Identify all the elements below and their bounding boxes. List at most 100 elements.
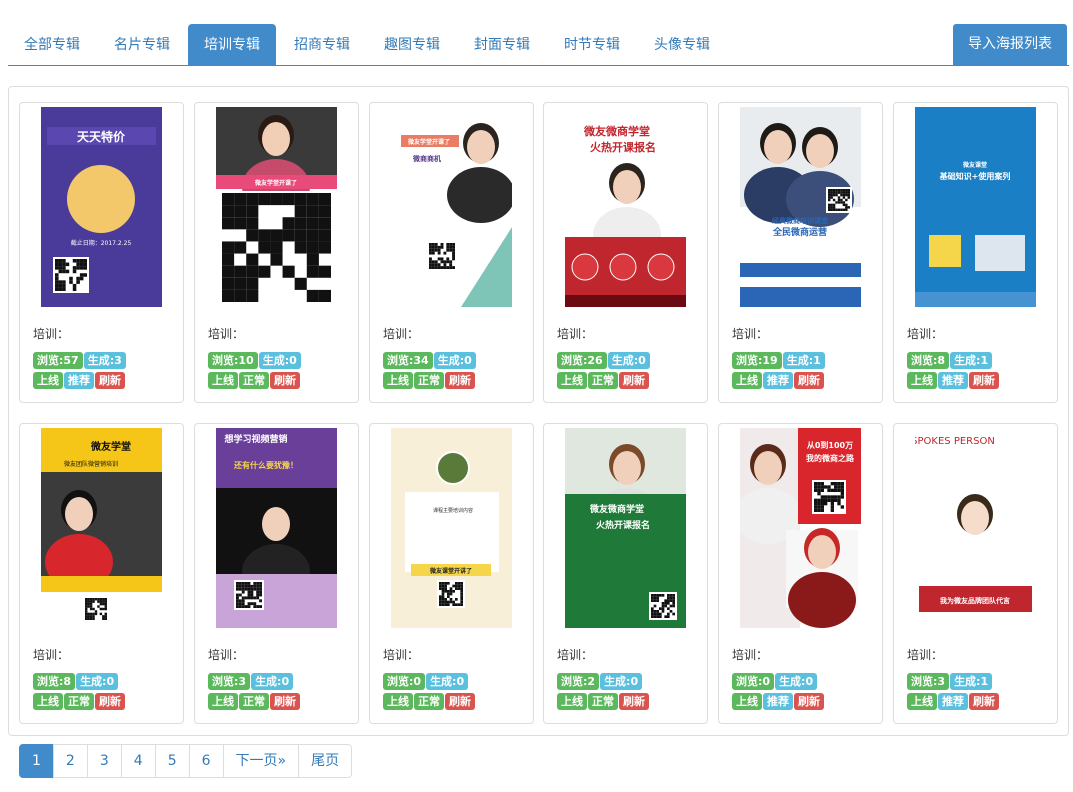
poster-thumbnail[interactable]: 从0到100万 我的微商之路 (740, 428, 861, 628)
online-button[interactable]: 上线 (907, 693, 937, 710)
page-4[interactable]: 4 (120, 744, 156, 778)
import-poster-list-button[interactable]: 导入海报列表 (953, 24, 1067, 65)
refresh-button[interactable]: 刷新 (969, 693, 999, 710)
online-button[interactable]: 上线 (383, 372, 413, 389)
tab-festival[interactable]: 时节专辑 (548, 24, 636, 66)
refresh-button[interactable]: 刷新 (95, 693, 125, 710)
last-page-button[interactable]: 尾页 (298, 744, 353, 778)
poster-card[interactable]: 从0到100万 我的微商之路 培训： 浏览:0 生成:0 上线 推荐 刷新 (718, 423, 883, 724)
online-button[interactable]: 上线 (557, 372, 587, 389)
page-2[interactable]: 2 (52, 744, 88, 778)
refresh-button[interactable]: 刷新 (270, 693, 300, 710)
online-button[interactable]: 上线 (33, 693, 63, 710)
poster-heading: 从0到100万 (807, 440, 853, 450)
qr-code-icon (437, 580, 465, 608)
status-button[interactable]: 推荐 (763, 693, 793, 710)
online-button[interactable]: 上线 (907, 372, 937, 389)
refresh-button[interactable]: 刷新 (794, 372, 824, 389)
status-button[interactable]: 正常 (414, 693, 444, 710)
poster-card[interactable]: 微友学堂开课了 培训： 浏览:10 生成:0 上线 正常 刷新 (194, 102, 359, 403)
generated-badge: 生成:0 (607, 352, 650, 369)
poster-thumbnail[interactable]: 经典微商培训课堂 全民微商运营 (740, 107, 861, 307)
poster-heading: SPOKES PERSON (915, 436, 995, 447)
refresh-button[interactable]: 刷新 (619, 372, 649, 389)
card-title: 培训： (557, 648, 594, 662)
generated-badge: 生成:0 (433, 352, 476, 369)
online-button[interactable]: 上线 (33, 372, 63, 389)
tab-avatar[interactable]: 头像专辑 (638, 24, 726, 66)
online-button[interactable]: 上线 (557, 693, 587, 710)
poster-card[interactable]: 微友课堂 基础知识+使用案列 培训： 浏览:8 生成:1 上线 推荐 刷新 (893, 102, 1058, 403)
status-button[interactable]: 正常 (414, 372, 444, 389)
refresh-button[interactable]: 刷新 (270, 372, 300, 389)
generated-badge: 生成:1 (950, 352, 993, 369)
online-button[interactable]: 上线 (732, 372, 762, 389)
qr-code-icon (427, 241, 457, 271)
poster-card[interactable]: 微友学堂 微友团队微营销培训 培训： 浏览:8 生成:0 上线 正常 刷新 (19, 423, 184, 724)
poster-thumbnail[interactable]: 想学习视频营销 还有什么要犹豫！ (216, 428, 337, 628)
tab-business-card[interactable]: 名片专辑 (98, 24, 186, 66)
refresh-button[interactable]: 刷新 (95, 372, 125, 389)
poster-subheading: 火热开课报名 (590, 140, 656, 154)
poster-thumbnail[interactable]: 课程主要培训内容 微友课堂开讲了 (391, 428, 512, 628)
views-badge: 浏览:26 (557, 352, 607, 369)
card-title: 培训： (383, 648, 420, 662)
poster-image: 微友微商学堂火热开课报名 (565, 428, 686, 628)
poster-thumbnail[interactable]: 微友学堂开课了 (216, 107, 337, 307)
poster-thumbnail[interactable]: SPOKES PERSON 我为微友品牌团队代言 (915, 428, 1036, 628)
qr-code-icon (83, 596, 109, 622)
poster-subheading: 微友团队微营销培训 (64, 460, 118, 468)
views-badge: 浏览:0 (383, 673, 426, 690)
online-button[interactable]: 上线 (383, 693, 413, 710)
page-5[interactable]: 5 (154, 744, 190, 778)
poster-card[interactable]: 微友微商学堂 火热开课报名 培训： 浏览:26 生成:0 上线 正常 刷新 (543, 102, 708, 403)
status-button[interactable]: 正常 (239, 693, 269, 710)
poster-card[interactable]: SPOKES PERSON 我为微友品牌团队代言 培训： 浏览:3 生成:1 上线 推荐 刷新 (893, 423, 1058, 724)
status-button[interactable]: 正常 (239, 372, 269, 389)
views-badge: 浏览:8 (907, 352, 950, 369)
page-6[interactable]: 6 (188, 744, 224, 778)
qr-code-icon (812, 480, 846, 514)
poster-card[interactable]: 天天特价 截止日期：2017.2.25 培训： 浏览:57 生成:3 上线 推荐 刷新 (19, 102, 184, 403)
online-button[interactable]: 上线 (208, 693, 238, 710)
poster-thumbnail[interactable]: 微友微商学堂火热开课报名 (565, 107, 686, 307)
online-button[interactable]: 上线 (208, 372, 238, 389)
status-button[interactable]: 正常 (588, 693, 618, 710)
tab-all[interactable]: 全部专辑 (8, 24, 96, 66)
refresh-button[interactable]: 刷新 (445, 693, 475, 710)
status-button[interactable]: 正常 (588, 372, 618, 389)
tab-investment[interactable]: 招商专辑 (278, 24, 366, 66)
generated-badge: 生成:1 (782, 352, 825, 369)
generated-badge: 生成:1 (950, 673, 993, 690)
poster-thumbnail[interactable]: 微友学堂开课了 微商商机 (391, 107, 512, 307)
poster-thumbnail[interactable]: 微友课堂 基础知识+使用案列 (915, 107, 1036, 307)
poster-thumbnail[interactable]: 天天特价 截止日期：2017.2.25 (41, 107, 162, 307)
card-badges: 浏览:19 生成:1 上线 推荐 刷新 (732, 352, 882, 392)
poster-thumbnail[interactable]: 微友微商学堂 火热开课报名 (565, 428, 686, 628)
refresh-button[interactable]: 刷新 (794, 693, 824, 710)
refresh-button[interactable]: 刷新 (619, 693, 649, 710)
status-button[interactable]: 正常 (64, 693, 94, 710)
tab-cover[interactable]: 封面专辑 (458, 24, 546, 66)
tab-training[interactable]: 培训专辑 (188, 24, 276, 66)
online-button[interactable]: 上线 (732, 693, 762, 710)
poster-thumbnail[interactable]: 微友学堂 微友团队微营销培训 (41, 428, 162, 628)
poster-card[interactable]: 经典微商培训课堂 全民微商运营 培训： 浏览:19 生成:1 上线 推荐 刷新 (718, 102, 883, 403)
poster-heading: 微友微商学堂 (583, 124, 650, 138)
views-badge: 浏览:57 (33, 352, 83, 369)
status-button[interactable]: 推荐 (938, 372, 968, 389)
poster-card[interactable]: 微友微商学堂 火热开课报名 培训： 浏览:2 生成:0 上线 正常 刷新 (543, 423, 708, 724)
refresh-button[interactable]: 刷新 (969, 372, 999, 389)
poster-card[interactable]: 微友学堂开课了 微商商机 培训： 浏览:34 生成:0 上线 正常 刷新 (369, 102, 534, 403)
status-button[interactable]: 推荐 (938, 693, 968, 710)
next-page-button[interactable]: 下一页» (222, 744, 300, 778)
poster-card[interactable]: 课程主要培训内容 微友课堂开讲了 培训： 浏览:0 生成:0 上线 正常 刷新 (369, 423, 534, 724)
page-1[interactable]: 1 (19, 744, 54, 778)
refresh-button[interactable]: 刷新 (445, 372, 475, 389)
tab-fun[interactable]: 趣图专辑 (368, 24, 456, 66)
poster-card[interactable]: 想学习视频营销 还有什么要犹豫！ 培训： 浏览:3 生成:0 上线 正常 刷新 (194, 423, 359, 724)
poster-image: 想学习视频营销还有什么要犹豫！ (216, 428, 337, 628)
status-button[interactable]: 推荐 (64, 372, 94, 389)
page-3[interactable]: 3 (86, 744, 122, 778)
status-button[interactable]: 推荐 (763, 372, 793, 389)
